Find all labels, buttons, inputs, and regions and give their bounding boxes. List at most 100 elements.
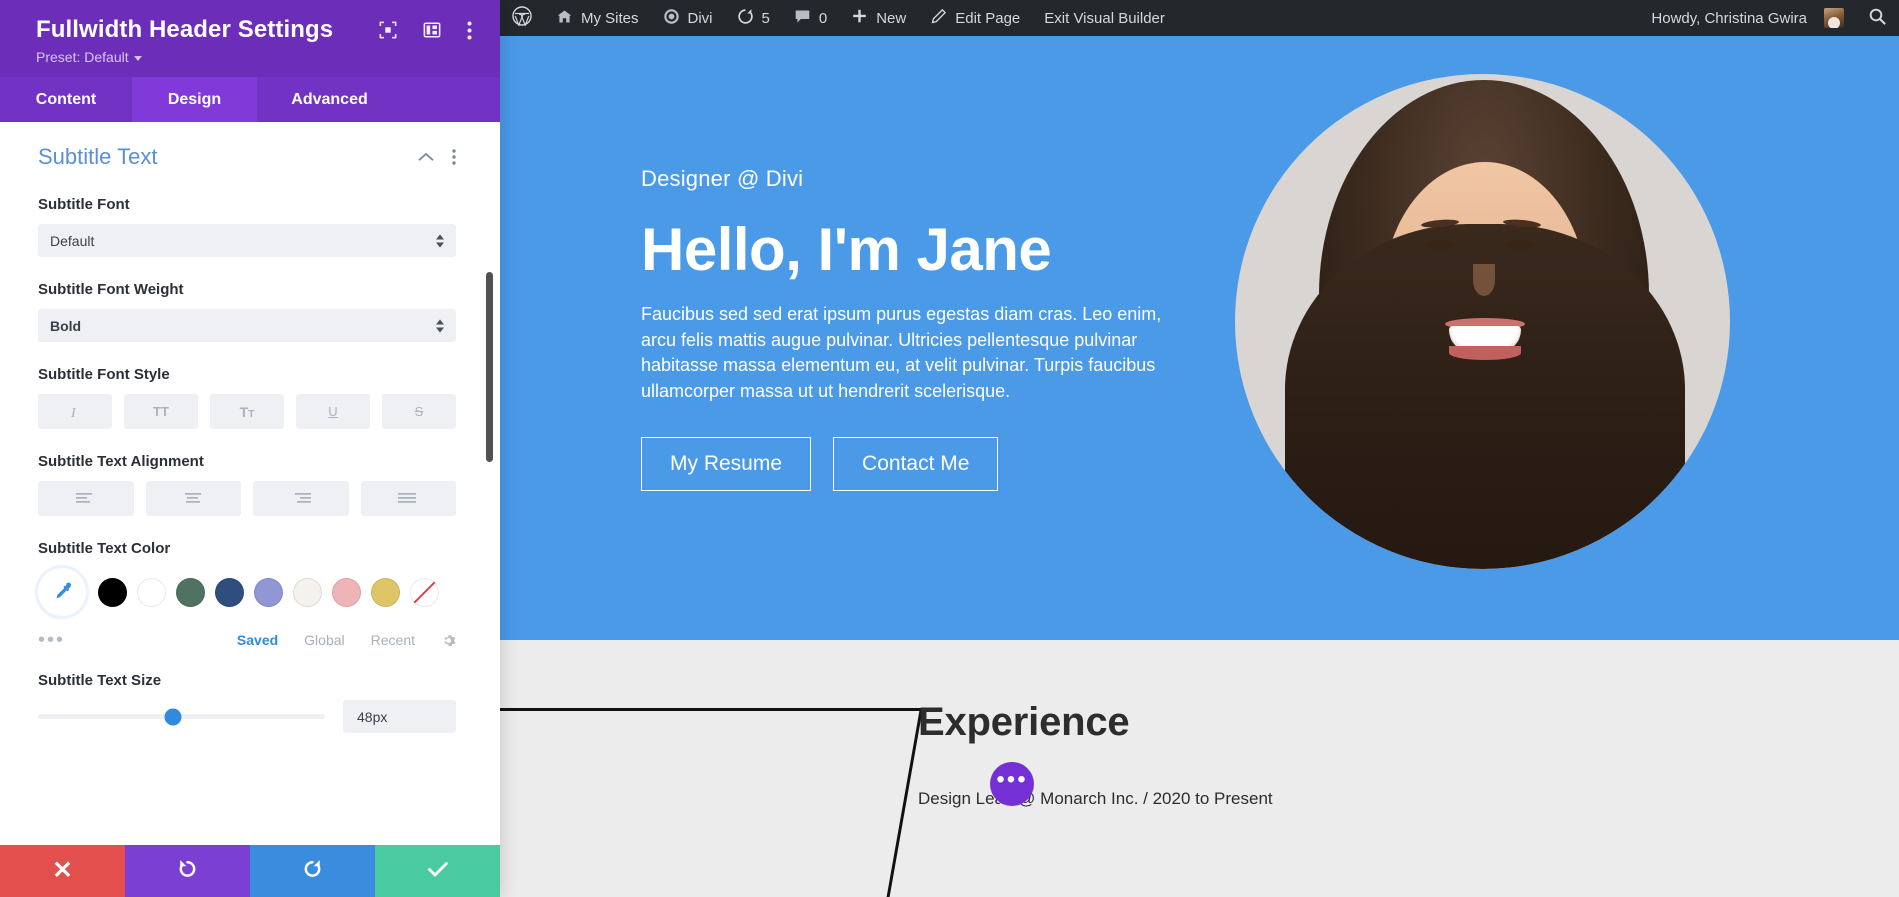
wp-admin-bar-right: Howdy, Christina Gwira: [1639, 0, 1899, 36]
swatch-black[interactable]: [98, 577, 127, 607]
layout-columns-icon[interactable]: [423, 21, 441, 39]
field-subtitle-text-alignment: Subtitle Text Alignment: [38, 453, 456, 516]
field-subtitle-text-color: Subtitle Text Color ••• Saved Global Rec…: [38, 540, 456, 650]
small-caps-button[interactable]: TT: [210, 394, 284, 429]
module-settings-button[interactable]: •••: [990, 762, 1034, 806]
focus-target-icon[interactable]: [379, 21, 397, 39]
font-style-button-group: I TT TT U S: [38, 394, 456, 429]
panel-action-bar: [0, 845, 500, 897]
undo-button[interactable]: [125, 845, 250, 897]
tab-advanced[interactable]: Advanced: [257, 77, 402, 122]
uppercase-button[interactable]: TT: [124, 394, 198, 429]
module-settings-panel: Fullwidth Header Settings Preset: Defaul…: [0, 0, 500, 897]
pencil-icon: [930, 8, 947, 29]
wp-menu-updates[interactable]: 5: [725, 0, 782, 36]
preset-label: Preset: Default: [36, 49, 129, 65]
subtitle-font-weight-select[interactable]: Bold: [38, 309, 456, 342]
chevron-down-icon: [133, 55, 142, 61]
ellipsis-icon[interactable]: •••: [38, 630, 65, 650]
decorative-shape: [500, 708, 923, 897]
section-title: Subtitle Text: [38, 144, 158, 169]
text-size-input[interactable]: 48px: [343, 700, 456, 733]
panel-title: Fullwidth Header Settings: [36, 16, 334, 43]
swatch-pink[interactable]: [332, 577, 361, 607]
howdy-label: Howdy, Christina Gwira: [1651, 9, 1807, 27]
align-justify-button[interactable]: [360, 481, 456, 516]
swatch-periwinkle[interactable]: [254, 577, 283, 607]
underline-button[interactable]: U: [296, 394, 370, 429]
save-button[interactable]: [375, 845, 500, 897]
field-label: Subtitle Text Alignment: [38, 453, 204, 470]
wp-menu-label: Divi: [687, 9, 713, 27]
field-label: Subtitle Font Style: [38, 366, 170, 383]
wp-menu-label: 5: [761, 9, 770, 27]
divi-icon: [663, 8, 680, 29]
redo-arrow-icon: [302, 858, 323, 884]
swatch-green[interactable]: [176, 577, 205, 607]
palette-tabs: Saved Global Recent: [237, 632, 456, 648]
chevron-up-icon[interactable]: [418, 152, 434, 162]
wp-menu-divi[interactable]: Divi: [651, 0, 725, 36]
field-subtitle-font-style: Subtitle Font Style I TT TT U S: [38, 366, 456, 429]
eyedropper-icon[interactable]: [38, 568, 86, 616]
panel-scrollbar-thumb[interactable]: [486, 272, 493, 462]
wp-search-button[interactable]: [1856, 0, 1899, 36]
wp-menu-exit-visual-builder[interactable]: Exit Visual Builder: [1032, 0, 1177, 36]
align-center-button[interactable]: [145, 481, 241, 516]
swatch-offwhite[interactable]: [293, 577, 322, 607]
wp-logo-menu[interactable]: [500, 0, 544, 36]
align-right-button[interactable]: [253, 481, 349, 516]
swatch-gold[interactable]: [371, 577, 400, 607]
wp-menu-new[interactable]: New: [839, 0, 918, 36]
preset-selector[interactable]: Preset: Default: [36, 49, 476, 65]
text-size-slider[interactable]: [38, 708, 325, 725]
palette-tab-global[interactable]: Global: [304, 632, 344, 648]
slider-thumb[interactable]: [164, 708, 182, 725]
section-header-subtitle-text[interactable]: Subtitle Text: [38, 144, 456, 170]
text-alignment-button-group: [38, 481, 456, 516]
wp-menu-edit-page[interactable]: Edit Page: [918, 0, 1032, 36]
panel-body: Subtitle Text Subtitle Font Default Subt…: [0, 122, 500, 845]
wordpress-icon: [512, 6, 532, 30]
hero-button-group: My Resume Contact Me: [641, 437, 1171, 492]
page-canvas: Designer @ Divi Hello, I'm Jane Faucibus…: [500, 36, 1899, 897]
contact-me-button[interactable]: Contact Me: [833, 437, 999, 492]
palette-tab-row: ••• Saved Global Recent: [38, 630, 456, 650]
palette-tab-saved[interactable]: Saved: [237, 632, 278, 648]
hero-body-text: Faucibus sed sed erat ipsum purus egesta…: [641, 304, 1162, 401]
swatch-none[interactable]: [410, 577, 439, 607]
portrait-photo: [1235, 74, 1730, 569]
wp-account-menu[interactable]: Howdy, Christina Gwira: [1639, 0, 1856, 36]
chevron-updown-icon: [436, 319, 444, 332]
tab-content[interactable]: Content: [0, 77, 132, 122]
kebab-menu-icon[interactable]: [467, 21, 472, 40]
tab-design[interactable]: Design: [132, 77, 257, 122]
field-subtitle-font: Subtitle Font Default: [38, 196, 456, 257]
wp-menu-label: My Sites: [581, 9, 639, 27]
section-kebab-menu-icon[interactable]: [452, 149, 456, 165]
swatch-navy[interactable]: [215, 577, 244, 607]
palette-tab-recent[interactable]: Recent: [371, 632, 415, 648]
my-resume-button[interactable]: My Resume: [641, 437, 812, 492]
svg-text:I: I: [70, 406, 77, 420]
fullwidth-header-module[interactable]: Designer @ Divi Hello, I'm Jane Faucibus…: [500, 36, 1899, 640]
hero-text-block: Designer @ Divi Hello, I'm Jane Faucibus…: [641, 166, 1171, 492]
gear-icon[interactable]: [441, 633, 456, 648]
select-value: Default: [50, 232, 95, 249]
strikethrough-button[interactable]: S: [382, 394, 456, 429]
italic-button[interactable]: I: [38, 394, 112, 429]
wp-menu-label: Edit Page: [955, 9, 1021, 27]
panel-header-icons: [379, 21, 476, 40]
discard-button[interactable]: [0, 845, 125, 897]
redo-button[interactable]: [250, 845, 375, 897]
field-subtitle-font-weight: Subtitle Font Weight Bold: [38, 281, 456, 342]
wp-menu-comments[interactable]: 0: [782, 0, 839, 36]
chevron-updown-icon: [436, 234, 444, 247]
wp-admin-bar: My Sites Divi 5 0 New Edit Page Exit Vis…: [500, 0, 1899, 36]
subtitle-font-select[interactable]: Default: [38, 224, 456, 257]
align-left-button[interactable]: [38, 481, 134, 516]
text-size-control: 48px: [38, 700, 456, 733]
wp-menu-my-sites[interactable]: My Sites: [544, 0, 651, 36]
swatch-white[interactable]: [137, 577, 166, 607]
wp-menu-label: New: [876, 9, 907, 27]
